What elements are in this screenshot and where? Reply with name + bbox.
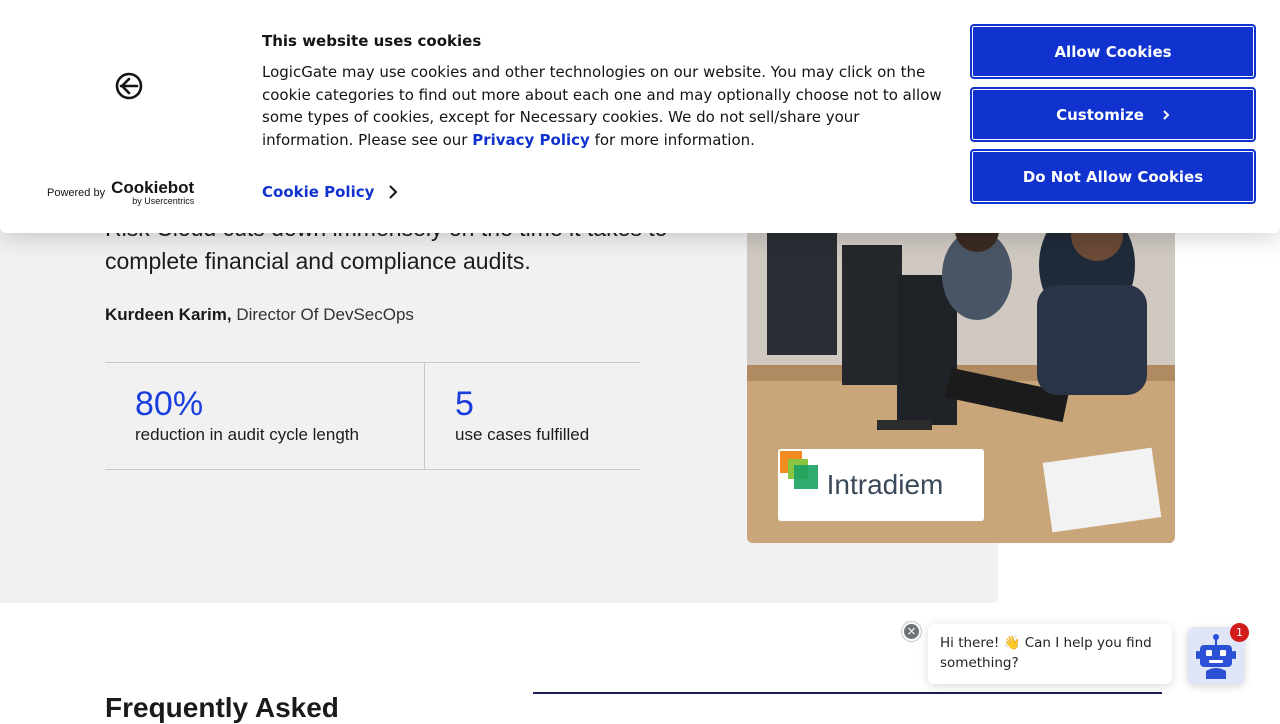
allow-cookies-label: Allow Cookies <box>1054 43 1171 61</box>
allow-cookies-button[interactable]: Allow Cookies <box>970 24 1256 79</box>
cookie-banner: Powered by Cookiebot by Usercentrics Thi… <box>0 0 1280 233</box>
stat-item: 80% reduction in audit cycle length <box>105 363 425 469</box>
chevron-right-icon <box>1162 109 1170 121</box>
do-not-allow-cookies-button[interactable]: Do Not Allow Cookies <box>970 149 1256 204</box>
cookiebot-logo-icon <box>113 70 145 102</box>
cookiebot-sub: by Usercentrics <box>111 196 194 206</box>
stat-item: 5 use cases fulfilled <box>425 363 589 469</box>
cookie-banner-text: LogicGate may use cookies and other tech… <box>262 61 952 151</box>
chat-greeting-text: Hi there! 👋 Can I help you find somethin… <box>940 635 1152 671</box>
robot-icon <box>1196 633 1236 679</box>
faq-title: Frequently Asked <box>105 692 339 724</box>
customize-button[interactable]: Customize <box>970 87 1256 142</box>
stat-label: use cases fulfilled <box>455 425 589 445</box>
intradiem-logo-icon <box>778 449 820 491</box>
cookie-policy-link[interactable]: Cookie Policy <box>262 183 398 201</box>
cookie-text-tail: for more information. <box>590 131 755 149</box>
testimonial-author: Kurdeen Karim, Director Of DevSecOps <box>105 305 414 325</box>
stat-value: 80% <box>135 385 424 423</box>
privacy-policy-link[interactable]: Privacy Policy <box>472 131 590 149</box>
notification-badge: 1 <box>1230 623 1249 642</box>
chat-greeting-bubble[interactable]: Hi there! 👋 Can I help you find somethin… <box>928 624 1172 684</box>
cookie-policy-label: Cookie Policy <box>262 183 374 201</box>
cookie-banner-title: This website uses cookies <box>262 32 481 50</box>
customize-label: Customize <box>1056 106 1144 124</box>
powered-by-cookiebot[interactable]: Powered by Cookiebot by Usercentrics <box>47 180 194 206</box>
do-not-allow-label: Do Not Allow Cookies <box>1023 168 1203 186</box>
stat-label: reduction in audit cycle length <box>135 425 424 445</box>
author-title: Director Of DevSecOps <box>236 305 414 324</box>
powered-by-text: Powered by <box>47 187 105 199</box>
faq-divider <box>533 692 1162 694</box>
stats-row: 80% reduction in audit cycle length 5 us… <box>105 362 640 470</box>
customer-logo-card: Intradiem <box>778 449 984 521</box>
stat-value: 5 <box>455 385 589 423</box>
chat-close-button[interactable]: × <box>902 622 921 641</box>
chevron-right-icon <box>388 184 398 200</box>
customer-photo: Intradiem <box>747 205 1175 543</box>
cookiebot-brand: Cookiebot by Usercentrics <box>111 180 194 206</box>
cookiebot-word: Cookiebot <box>111 180 194 196</box>
customer-logo-text: Intradiem <box>827 469 944 501</box>
author-name: Kurdeen Karim, <box>105 305 232 324</box>
